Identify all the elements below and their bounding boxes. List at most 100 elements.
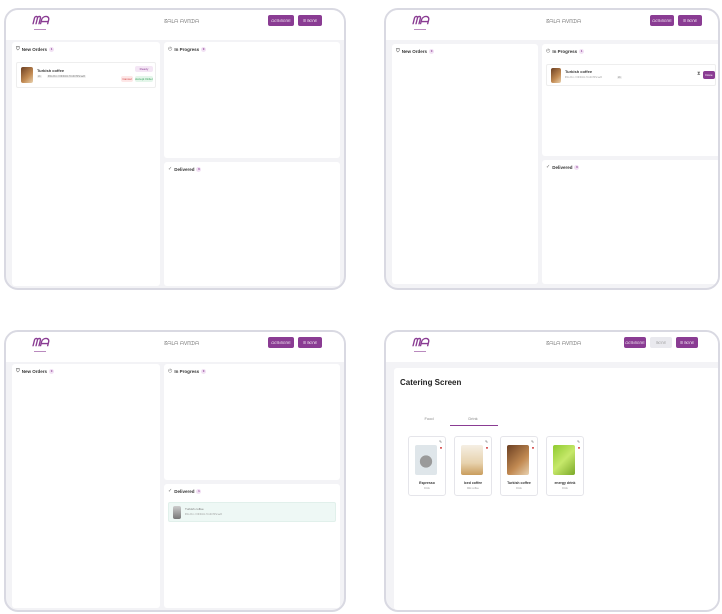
order-name: Turkish coffee xyxy=(37,68,65,73)
order-card[interactable]: Turkish coffee x1 ᗰᕮᒪᗩᑎ ᑕOᖴᖴᕮᕮ ᗩᑎᗪ ᗰᗩᑕᕼᗩ… xyxy=(16,62,156,88)
delivered-count: 0 xyxy=(196,166,202,172)
product-card[interactable]: ✎ ■ Turkish coffee Drink xyxy=(500,436,538,496)
in-progress-header: ◴ In Progress 0 xyxy=(168,46,207,52)
screen-delivered: ᗰᗩ ᘔᗩᒪᗩ ᗩᐯᗰᗪᗩ ᗩᕮᗰ ᗰᕮᑎᗴ ☰ ᗰᕮᑎᗴ ⛉ New Orde… xyxy=(4,330,346,612)
screen-in-progress: ᗰᗩ ᘔᗩᒪᗩ ᗩᐯᗰᗪᗩ ᗩᕮᗰ ᗰᕮᑎᗴ ☰ ᗰᕮᑎᗴ ⛉ New Orde… xyxy=(384,8,720,290)
delivered-title: Delivered xyxy=(174,488,195,494)
delete-icon[interactable]: ■ xyxy=(578,446,580,450)
new-orders-header: ⛉ New Orders 1 xyxy=(16,46,55,52)
clock-icon: ⧗ xyxy=(697,71,701,77)
delivered-count: 0 xyxy=(574,164,580,170)
edit-icon[interactable]: ✎ xyxy=(439,440,442,444)
top-bar: ᗰᗩ ᘔᗩᒪᗩ ᗩᐯᗰᗪᗩ ᗩᕮᗰ ᗰᕮᑎᗴ ☰ ᗰᕮᑎᗴ xyxy=(6,332,344,362)
order-thumbnail xyxy=(551,68,561,83)
primary-button[interactable]: ᗩᕮᗰ ᗰᕮᑎᗴ xyxy=(268,337,294,348)
menu-button[interactable]: ☰ ᗰᕮᑎᗴ xyxy=(678,15,702,26)
secondary-button[interactable]: ᗰᕮᑎᗴ xyxy=(650,337,672,348)
order-thumbnail xyxy=(21,67,33,83)
tab-food[interactable]: Food xyxy=(414,416,444,421)
top-title: ᘔᗩᒪᗩ ᗩᐯᗰᗪᗩ xyxy=(546,19,582,25)
order-note: ᗰᕮᒪᗩᑎ ᑕOᖴᖴᕮᕮ ᗩᑎᗪ ᗰᗩᑕᕼᗩ xyxy=(47,75,87,78)
cancel-button[interactable]: Cancel xyxy=(121,76,133,82)
in-progress-panel: ◴ In Progress 0 xyxy=(164,364,340,480)
app-logo: ᗰᗩ xyxy=(412,336,429,352)
accept-order-button[interactable]: Accept Order xyxy=(135,76,153,82)
order-thumbnail xyxy=(173,506,181,519)
ready-chip: Ready xyxy=(135,66,153,72)
delivered-panel: ✓ Delivered 1 Turkish coffee ᗰᕮᒪᗩᑎ ᑕOᖴᖴᕮ… xyxy=(164,484,340,608)
progress-icon: ◴ xyxy=(168,368,173,374)
menu-button[interactable]: ☰ ᗰᕮᑎᗴ xyxy=(298,15,322,26)
check-icon: ✓ xyxy=(546,164,551,170)
order-qty: x1 xyxy=(37,75,42,78)
new-orders-count: 0 xyxy=(49,368,55,374)
product-category: Drink xyxy=(424,487,430,490)
check-icon: ✓ xyxy=(168,488,173,494)
primary-button[interactable]: ᗩᕮᗰ ᗰᕮᑎᗴ xyxy=(268,15,294,26)
primary-button[interactable]: ᗩᕮᗰ ᗰᕮᑎᗴ xyxy=(650,15,674,26)
product-card[interactable]: ✎ ■ energy drink Drink xyxy=(546,436,584,496)
product-category: Milk coffee xyxy=(467,487,479,490)
in-progress-header: ◴ In Progress 0 xyxy=(168,368,207,374)
top-bar: ᗰᗩ ᘔᗩᒪᗩ ᗩᐯᗰᗪᗩ ᗩᕮᗰ ᗰᕮᑎᗴ ᗰᕮᑎᗴ ☰ ᗰᕮᑎᗴ xyxy=(386,332,718,362)
in-progress-panel: ◴ In Progress 0 xyxy=(164,42,340,158)
top-bar: ᗰᗩ ᘔᗩᒪᗩ ᗩᐯᗰᗪᗩ ᗩᕮᗰ ᗰᕮᑎᗴ ☰ ᗰᕮᑎᗴ xyxy=(386,10,718,40)
new-orders-panel: ⛉ New Orders 0 xyxy=(12,364,160,608)
new-orders-title: New Orders xyxy=(401,48,428,54)
menu-button[interactable]: ☰ ᗰᕮᑎᗴ xyxy=(676,337,698,348)
order-note: ᗰᕮᒪᗩᑎ ᑕOᖴᖴᕮᕮ ᗩᑎᗪ ᗰᗩᑕᕼᗩ xyxy=(185,513,223,516)
delete-icon[interactable]: ■ xyxy=(440,446,442,450)
product-category: Drink xyxy=(562,487,568,490)
menu-button[interactable]: ☰ ᗰᕮᑎᗴ xyxy=(298,337,322,348)
catering-panel: Catering Screen Food Drink ✎ ■ Espresso … xyxy=(394,368,718,610)
product-image xyxy=(553,445,575,475)
edit-icon[interactable]: ✎ xyxy=(531,440,534,444)
product-image xyxy=(415,445,437,475)
delivered-header: ✓ Delivered 0 xyxy=(168,166,202,172)
order-qty: x1 xyxy=(617,76,622,79)
order-name: Turkish coffee xyxy=(185,507,204,511)
delivered-header: ✓ Delivered 1 xyxy=(168,488,202,494)
edit-icon[interactable]: ✎ xyxy=(485,440,488,444)
screen-catering: ᗰᗩ ᘔᗩᒪᗩ ᗩᐯᗰᗪᗩ ᗩᕮᗰ ᗰᕮᑎᗴ ᗰᕮᑎᗴ ☰ ᗰᕮᑎᗴ Cater… xyxy=(384,330,720,612)
edit-icon[interactable]: ✎ xyxy=(577,440,580,444)
in-progress-title: In Progress xyxy=(174,46,200,52)
top-title: ᘔᗩᒪᗩ ᗩᐯᗰᗪᗩ xyxy=(164,19,200,25)
product-name: energy drink xyxy=(554,481,576,485)
delivered-title: Delivered xyxy=(552,164,573,170)
delivered-order-card[interactable]: Turkish coffee ᗰᕮᒪᗩᑎ ᑕOᖴᖴᕮᕮ ᗩᑎᗪ ᗰᗩᑕᕼᗩ xyxy=(168,502,336,522)
progress-icon: ◴ xyxy=(168,46,173,52)
delivered-title: Delivered xyxy=(174,166,195,172)
new-orders-panel: ⛉ New Orders 0 xyxy=(392,44,538,284)
order-note: ᗰᕮᒪᗩᑎ ᑕOᖴᖴᕮᕮ ᗩᑎᗪ ᗰᗩᑕᕼᗩ xyxy=(565,76,603,79)
delivered-header: ✓ Delivered 0 xyxy=(546,164,580,170)
new-orders-title: New Orders xyxy=(21,368,48,374)
new-orders-count: 0 xyxy=(429,48,435,54)
app-logo: ᗰᗩ xyxy=(32,336,49,352)
in-progress-title: In Progress xyxy=(174,368,200,374)
delete-icon[interactable]: ■ xyxy=(486,446,488,450)
product-name: Espresso xyxy=(419,481,435,485)
product-card[interactable]: ✎ ■ Espresso Drink xyxy=(408,436,446,496)
check-icon: ✓ xyxy=(168,166,173,172)
delete-icon[interactable]: ■ xyxy=(532,446,534,450)
done-button[interactable]: Done xyxy=(703,71,715,79)
primary-button[interactable]: ᗩᕮᗰ ᗰᕮᑎᗴ xyxy=(624,337,646,348)
product-image xyxy=(507,445,529,475)
screen-new-order: ᗰᗩ ᘔᗩᒪᗩ ᗩᐯᗰᗪᗩ ᗩᕮᗰ ᗰᕮᑎᗴ ☰ ᗰᕮᑎᗴ ⛉ New Orde… xyxy=(4,8,346,290)
bag-icon: ⛉ xyxy=(16,46,20,52)
product-name: Iced coffee xyxy=(463,481,483,485)
active-tab-indicator xyxy=(450,425,498,426)
top-bar: ᗰᗩ ᘔᗩᒪᗩ ᗩᐯᗰᗪᗩ ᗩᕮᗰ ᗰᕮᑎᗴ ☰ ᗰᕮᑎᗴ xyxy=(6,10,344,40)
order-card[interactable]: Turkish coffee ᗰᕮᒪᗩᑎ ᑕOᖴᖴᕮᕮ ᗩᑎᗪ ᗰᗩᑕᕼᗩ x1… xyxy=(546,64,716,86)
new-orders-panel: ⛉ New Orders 1 Turkish coffee x1 ᗰᕮᒪᗩᑎ ᑕ… xyxy=(12,42,160,286)
order-name: Turkish coffee xyxy=(565,69,593,74)
in-progress-count: 0 xyxy=(201,368,207,374)
delivered-count: 1 xyxy=(196,488,202,494)
in-progress-panel: ◴ In Progress 1 Turkish coffee ᗰᕮᒪᗩᑎ ᑕOᖴ… xyxy=(542,44,718,156)
tab-drink[interactable]: Drink xyxy=(458,416,488,421)
in-progress-header: ◴ In Progress 1 xyxy=(546,48,585,54)
app-logo: ᗰᗩ xyxy=(412,14,429,30)
product-card[interactable]: ✎ ■ Iced coffee Milk coffee xyxy=(454,436,492,496)
top-title: ᘔᗩᒪᗩ ᗩᐯᗰᗪᗩ xyxy=(164,341,200,347)
